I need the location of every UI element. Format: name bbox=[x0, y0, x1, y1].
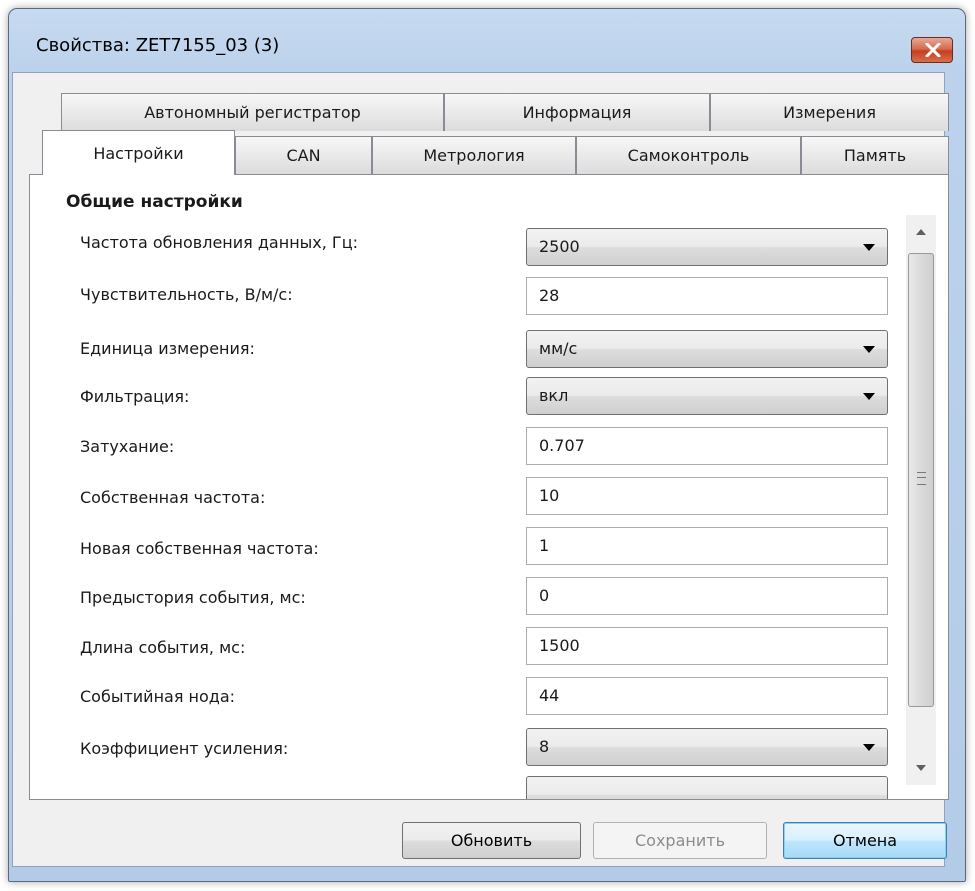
chevron-down-icon bbox=[863, 393, 875, 400]
tab-label: Автономный регистратор bbox=[144, 103, 361, 122]
vertical-scrollbar[interactable] bbox=[906, 215, 936, 785]
update-rate-select[interactable]: 2500 bbox=[526, 228, 888, 266]
grip-icon bbox=[917, 472, 926, 485]
scroll-down-arrow-icon[interactable] bbox=[906, 751, 936, 785]
event-length-field[interactable]: 1500 bbox=[526, 627, 888, 665]
filtering-select[interactable]: вкл bbox=[526, 377, 888, 415]
chevron-down-icon bbox=[863, 744, 875, 751]
combo-value: 8 bbox=[539, 737, 550, 756]
tab-information[interactable]: Информация bbox=[444, 93, 710, 131]
tab-metrology[interactable]: Метрология bbox=[372, 136, 576, 174]
label-gain: Коэффициент усиления: bbox=[80, 739, 289, 758]
gain-select[interactable]: 8 bbox=[526, 728, 888, 766]
natural-frequency-field[interactable]: 10 bbox=[526, 477, 888, 515]
tab-label: Настройки bbox=[93, 144, 184, 163]
tab-label: Информация bbox=[522, 103, 632, 122]
combo-value: 2500 bbox=[539, 237, 580, 256]
label-update-rate: Частота обновления данных, Гц: bbox=[80, 233, 358, 252]
tab-label: CAN bbox=[286, 146, 321, 165]
unit-select[interactable]: мм/с bbox=[526, 330, 888, 368]
title-bar: Свойства: ZET7155_03 (3) bbox=[9, 9, 965, 81]
combo-value: вкл bbox=[539, 386, 569, 405]
label-filtering: Фильтрация: bbox=[80, 387, 190, 406]
tab-self-control[interactable]: Самоконтроль bbox=[576, 136, 801, 174]
section-title: Общие настройки bbox=[66, 192, 243, 212]
label-event-pretrigger: Предыстория события, мс: bbox=[80, 588, 306, 607]
event-node-field[interactable]: 44 bbox=[526, 677, 888, 715]
tab-can[interactable]: CAN bbox=[235, 136, 372, 174]
chevron-down-icon bbox=[863, 244, 875, 251]
event-pretrigger-field[interactable]: 0 bbox=[526, 577, 888, 615]
label-natural-frequency: Собственная частота: bbox=[80, 488, 266, 507]
tab-label: Метрология bbox=[423, 146, 525, 165]
refresh-button[interactable]: Обновить bbox=[402, 822, 581, 859]
label-sensitivity: Чувствительность, В/м/с: bbox=[80, 285, 293, 304]
window-title: Свойства: ZET7155_03 (3) bbox=[36, 35, 280, 56]
close-button[interactable] bbox=[911, 37, 953, 63]
scroll-up-arrow-icon[interactable] bbox=[906, 215, 936, 249]
close-icon bbox=[925, 43, 941, 57]
label-new-natural-frequency: Новая собственная частота: bbox=[80, 539, 319, 558]
tab-label: Измерения bbox=[783, 103, 876, 122]
tab-memory[interactable]: Память bbox=[801, 136, 949, 174]
label-event-length: Длина события, мс: bbox=[80, 638, 246, 657]
label-damping: Затухание: bbox=[80, 437, 175, 456]
scrollbar-thumb[interactable] bbox=[908, 253, 934, 707]
combo-value: мм/с bbox=[539, 339, 578, 358]
sensitivity-field[interactable]: 28 bbox=[526, 277, 888, 315]
cancel-button[interactable]: Отмена bbox=[783, 822, 947, 859]
label-event-node: Событийная нода: bbox=[80, 687, 236, 706]
new-natural-frequency-field[interactable]: 1 bbox=[526, 527, 888, 565]
chevron-down-icon bbox=[863, 346, 875, 353]
tab-label: Память bbox=[843, 146, 907, 165]
tab-label: Самоконтроль bbox=[627, 146, 750, 165]
damping-field[interactable]: 0.707 bbox=[526, 427, 888, 465]
save-button[interactable]: Сохранить bbox=[593, 822, 767, 859]
next-select-partial[interactable] bbox=[526, 776, 888, 799]
tab-settings[interactable]: Настройки bbox=[42, 130, 235, 175]
settings-panel: Общие настройки Частота обновления данны… bbox=[29, 174, 949, 800]
tab-autonomous-recorder[interactable]: Автономный регистратор bbox=[61, 93, 444, 131]
tab-measurements[interactable]: Измерения bbox=[710, 93, 949, 131]
label-unit: Единица измерения: bbox=[80, 339, 255, 358]
